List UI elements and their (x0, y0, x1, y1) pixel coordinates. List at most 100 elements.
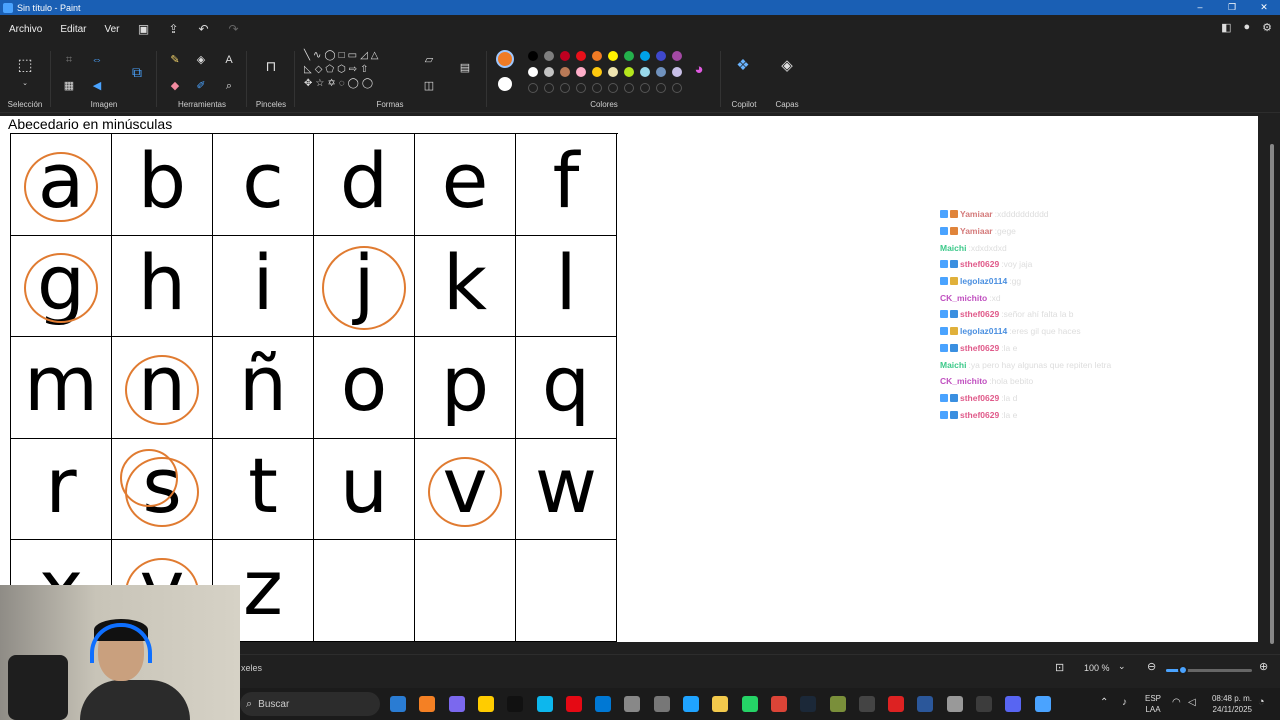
color-swatch[interactable] (528, 51, 538, 61)
taskbar-app-icon[interactable] (770, 696, 787, 712)
taskbar-app-icon[interactable] (653, 696, 670, 712)
custom-color-slot[interactable] (560, 83, 570, 93)
color-swatch[interactable] (544, 67, 554, 77)
zoom-out-icon[interactable]: ⊖ (1147, 660, 1156, 673)
account-icon[interactable]: ● (1243, 21, 1250, 34)
color-swatch[interactable] (576, 67, 586, 77)
taskbar-app-icon[interactable] (390, 696, 406, 712)
color-swatch[interactable] (624, 67, 634, 77)
settings-gear-icon[interactable]: ⚙ (1262, 21, 1272, 34)
custom-color-slot[interactable] (528, 83, 538, 93)
menu-ver[interactable]: Ver (95, 24, 128, 35)
restore-button[interactable]: ❐ (1216, 0, 1248, 15)
taskbar-search[interactable]: ⌕ Buscar (240, 692, 380, 716)
outline-icon[interactable]: ▱ (420, 51, 438, 69)
color-swatch[interactable] (640, 67, 650, 77)
taskbar-app-icon[interactable] (800, 696, 817, 712)
taskbar-clock[interactable]: 08:48 p. m. 24/11/2025 (1212, 693, 1252, 715)
taskbar-app-icon[interactable] (1005, 696, 1022, 712)
fill-icon[interactable]: ◫ (420, 77, 438, 95)
taskbar-app-icon[interactable] (888, 696, 905, 712)
color-swatch[interactable] (672, 51, 682, 61)
color-swatch[interactable] (592, 51, 602, 61)
color-swatch[interactable] (576, 51, 586, 61)
wifi-icon[interactable]: ◠ (1172, 697, 1181, 708)
chevron-up-icon[interactable]: ⌃ (1100, 697, 1108, 708)
taskbar-app-icon[interactable] (683, 696, 699, 712)
taskbar-app-icon[interactable] (712, 696, 729, 712)
custom-color-slot[interactable] (640, 83, 650, 93)
eraser-icon[interactable]: ◆ (166, 77, 184, 95)
star-shape-icon[interactable]: ✥☆✡◌◯◯ (304, 78, 376, 89)
taskbar-app-icon[interactable] (565, 696, 582, 712)
custom-color-slot[interactable] (672, 83, 682, 93)
vertical-scrollbar[interactable] (1270, 144, 1274, 644)
fit-to-window-icon[interactable]: ⊡ (1055, 661, 1064, 674)
select-rectangle-icon[interactable]: ⬚ (16, 57, 34, 75)
custom-color-slot[interactable] (576, 83, 586, 93)
close-button[interactable]: ✕ (1248, 0, 1280, 15)
color-swatch[interactable] (624, 51, 634, 61)
resize-icon[interactable]: ⇔ (88, 51, 106, 69)
taskbar-app-icon[interactable] (536, 696, 553, 712)
color-swatch[interactable] (640, 51, 650, 61)
shape-size-icon[interactable]: ▤ (456, 59, 474, 77)
undo-icon[interactable]: ↶ (189, 22, 219, 36)
menu-editar[interactable]: Editar (51, 24, 95, 35)
taskbar-app-icon[interactable] (419, 696, 436, 712)
custom-color-slot[interactable] (592, 83, 602, 93)
zoom-slider[interactable] (1166, 665, 1252, 675)
taskbar-app-icon[interactable] (1034, 696, 1051, 712)
active-color-swatch[interactable] (496, 50, 514, 68)
polygon-shape-icon[interactable]: ◺◇⬠⬡⇨⇧ (304, 64, 372, 75)
chevron-down-icon[interactable]: ⌄ (1118, 661, 1126, 672)
zoom-in-icon[interactable]: ⊕ (1259, 660, 1268, 673)
color-swatch[interactable] (672, 67, 682, 77)
taskbar-app-icon[interactable] (946, 696, 963, 712)
taskbar-app-icon[interactable] (624, 696, 641, 712)
redo-icon[interactable]: ↷ (219, 22, 249, 36)
language-indicator[interactable]: ESP LAA (1145, 693, 1161, 715)
brush-icon[interactable]: ⊓ (262, 57, 280, 75)
taskbar-app-icon[interactable] (741, 696, 758, 712)
taskbar-app-icon[interactable] (448, 696, 465, 712)
edit-colors-icon[interactable]: ◕ (690, 61, 708, 79)
custom-color-slot[interactable] (544, 83, 554, 93)
layers-icon[interactable]: ◈ (778, 57, 796, 75)
line-shape-icon[interactable]: ╲∿◯□▭◿△ (304, 50, 381, 61)
secondary-color-swatch[interactable] (498, 77, 512, 91)
color-swatch[interactable] (560, 51, 570, 61)
microphone-icon[interactable]: ♪ (1122, 697, 1127, 708)
pencil-icon[interactable]: ✎ (166, 51, 184, 69)
color-swatch[interactable] (608, 67, 618, 77)
volume-icon[interactable]: ◁ (1188, 697, 1196, 708)
transparency-icon[interactable]: ▦ (60, 77, 78, 95)
zoom-slider-thumb[interactable] (1178, 665, 1189, 675)
taskbar-app-icon[interactable] (829, 696, 846, 712)
zoom-level[interactable]: 100 % (1084, 663, 1110, 673)
crop-icon[interactable]: ⌗ (60, 51, 78, 69)
custom-color-slot[interactable] (608, 83, 618, 93)
magnifier-icon[interactable]: ⌕ (220, 77, 238, 95)
taskbar-app-icon[interactable] (976, 696, 992, 712)
color-swatch[interactable] (656, 67, 666, 77)
color-swatch[interactable] (560, 67, 570, 77)
color-swatch[interactable] (592, 67, 602, 77)
share-icon[interactable]: ⇪ (159, 22, 189, 36)
save-icon[interactable]: ▣ (129, 22, 159, 36)
fill-bucket-icon[interactable]: ◈ (192, 51, 210, 69)
taskbar-app-icon[interactable] (507, 696, 524, 712)
color-swatch[interactable] (656, 51, 666, 61)
taskbar-app-icon[interactable] (477, 696, 494, 712)
feedback-icon[interactable]: ◧ (1221, 21, 1231, 34)
color-swatch[interactable] (528, 67, 538, 77)
taskbar-app-icon[interactable] (917, 696, 934, 712)
color-picker-icon[interactable]: ✐ (192, 77, 210, 95)
chevron-down-icon[interactable]: ⌄ (16, 75, 34, 93)
notifications-icon[interactable]: ◔ (1258, 696, 1265, 708)
text-icon[interactable]: A (220, 51, 238, 69)
menu-archivo[interactable]: Archivo (0, 24, 51, 35)
copilot-icon[interactable]: ❖ (734, 57, 752, 75)
minimize-button[interactable]: – (1184, 0, 1216, 15)
color-swatch[interactable] (608, 51, 618, 61)
